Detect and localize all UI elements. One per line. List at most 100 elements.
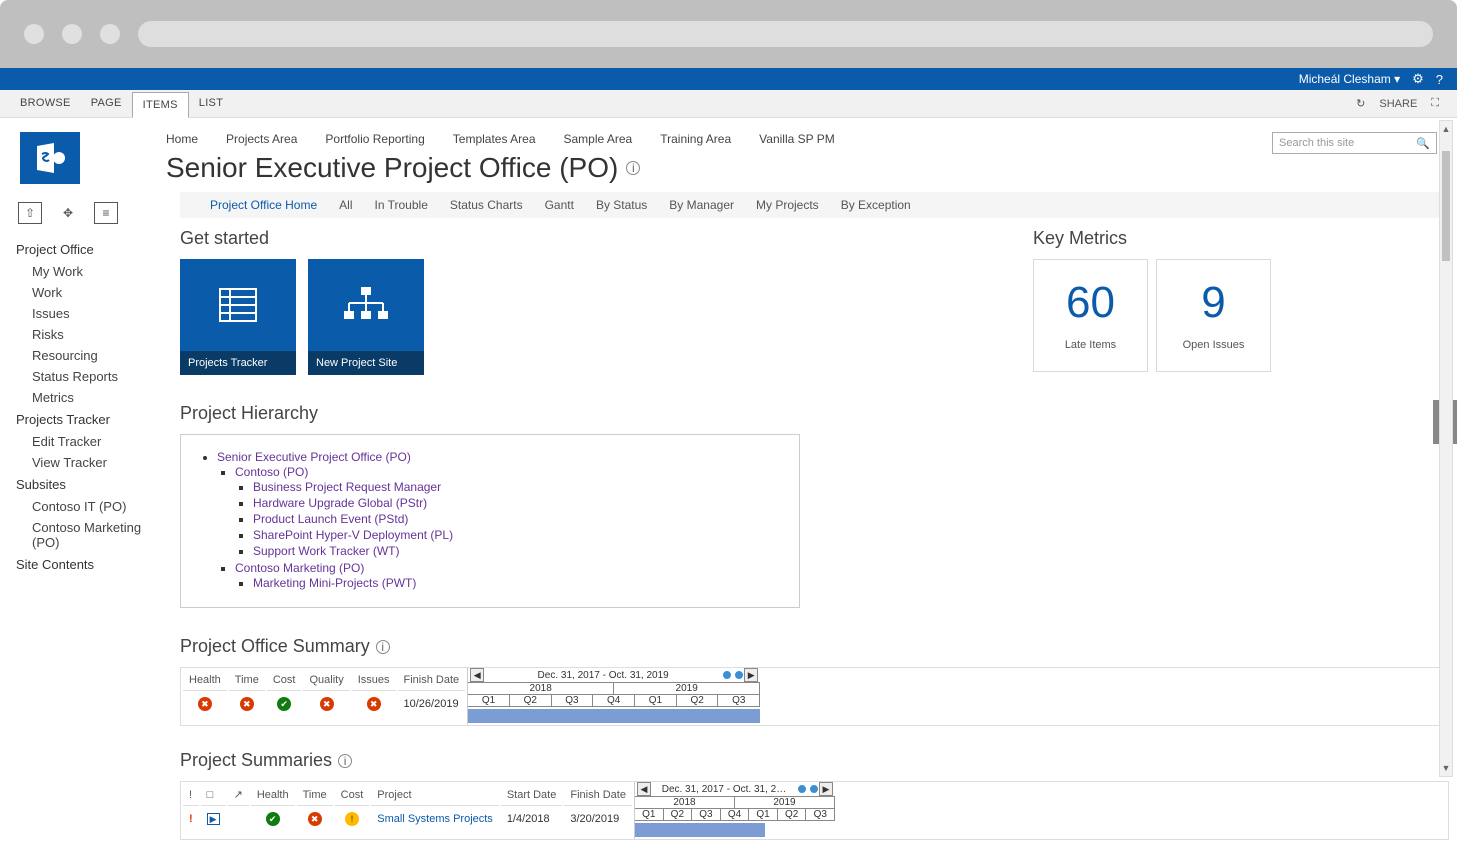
hierarchy-link[interactable]: Business Project Request Manager	[253, 480, 441, 494]
hierarchy-link[interactable]: Hardware Upgrade Global (PStr)	[253, 496, 427, 510]
nav-section[interactable]: Subsites	[16, 473, 166, 496]
upload-icon[interactable]: ⇧	[18, 202, 42, 224]
nav-item[interactable]: Contoso IT (PO)	[16, 496, 166, 517]
ribbon-tab-browse[interactable]: BROWSE	[10, 91, 81, 117]
hierarchy-title: Project Hierarchy	[180, 403, 1449, 424]
nav-item[interactable]: Risks	[16, 324, 166, 345]
hierarchy-link[interactable]: Marketing Mini-Projects (PWT)	[253, 576, 416, 590]
view-bar-item[interactable]: Project Office Home	[210, 198, 317, 212]
share-button[interactable]: SHARE	[1379, 98, 1417, 110]
ribbon-tab-list[interactable]: LIST	[189, 91, 233, 117]
info-icon[interactable]: i	[338, 754, 352, 768]
info-icon[interactable]: i	[376, 640, 390, 654]
ribbon-tab-items[interactable]: ITEMS	[132, 92, 189, 118]
column-header[interactable]: Project	[371, 784, 499, 806]
view-bar-item[interactable]: By Exception	[841, 198, 911, 212]
gantt-bar[interactable]	[635, 823, 765, 837]
view-bar-item[interactable]: By Status	[596, 198, 647, 212]
nav-section[interactable]: Projects Tracker	[16, 408, 166, 431]
nav-item[interactable]: View Tracker	[16, 452, 166, 473]
nav-item[interactable]: Resourcing	[16, 345, 166, 366]
gantt-quarter: Q2	[677, 695, 719, 706]
global-nav-item[interactable]: Home	[166, 132, 198, 146]
nav-item[interactable]: Contoso Marketing (PO)	[16, 517, 166, 553]
nav-item[interactable]: My Work	[16, 261, 166, 282]
view-bar-item[interactable]: Gantt	[545, 198, 574, 212]
ribbon-tab-page[interactable]: PAGE	[81, 91, 132, 117]
project-link[interactable]: Small Systems Projects	[377, 813, 493, 825]
scroll-up-icon[interactable]: ▲	[1440, 121, 1452, 137]
metric-card[interactable]: 60Late Items	[1033, 259, 1148, 372]
hierarchy-link[interactable]: Senior Executive Project Office (PO)	[217, 450, 411, 464]
gear-icon[interactable]: ⚙	[1412, 71, 1424, 87]
scroll-down-icon[interactable]: ▼	[1440, 760, 1452, 776]
info-icon[interactable]: i	[626, 161, 640, 175]
nav-item[interactable]: Status Reports	[16, 366, 166, 387]
nav-item[interactable]: Edit Tracker	[16, 431, 166, 452]
column-header[interactable]: ↗	[228, 784, 249, 806]
column-header[interactable]: !	[183, 784, 199, 806]
global-nav-item[interactable]: Sample Area	[564, 132, 633, 146]
view-bar-item[interactable]: My Projects	[756, 198, 819, 212]
doc-icon[interactable]: ≡	[94, 202, 118, 224]
view-bar-item[interactable]: Status Charts	[450, 198, 523, 212]
column-header[interactable]: Finish Date	[398, 670, 466, 691]
nav-section[interactable]: Site Contents	[16, 553, 166, 576]
sync-icon[interactable]: ↻	[1356, 97, 1365, 110]
hierarchy-link[interactable]: Support Work Tracker (WT)	[253, 544, 399, 558]
search-input[interactable]: Search this site 🔍	[1272, 132, 1437, 154]
browser-url-bar[interactable]	[138, 21, 1433, 47]
tile-new-project-site[interactable]: New Project Site	[308, 259, 424, 375]
gantt-next-icon[interactable]: ▶	[744, 668, 758, 682]
hierarchy-link[interactable]: Product Launch Event (PStd)	[253, 512, 408, 526]
column-header[interactable]: Time	[297, 784, 333, 806]
fullscreen-icon[interactable]: ⛶	[1431, 97, 1439, 110]
org-icon	[308, 259, 424, 351]
scroll-thumb[interactable]	[1442, 151, 1450, 261]
view-bar-item[interactable]: All	[339, 198, 352, 212]
view-bar-item[interactable]: By Manager	[669, 198, 734, 212]
column-header[interactable]: Start Date	[501, 784, 563, 806]
get-started-title: Get started	[180, 228, 993, 249]
vertical-scrollbar[interactable]: ▲ ▼	[1439, 120, 1453, 777]
nav-item[interactable]: Work	[16, 282, 166, 303]
hierarchy-link[interactable]: Contoso Marketing (PO)	[235, 561, 364, 575]
metric-card[interactable]: 9Open Issues	[1156, 259, 1271, 372]
page-title: Senior Executive Project Office (PO) i	[166, 152, 1272, 184]
column-header[interactable]: Health	[183, 670, 227, 691]
gantt-next-icon[interactable]: ▶	[819, 782, 833, 796]
column-header[interactable]: Time	[229, 670, 265, 691]
hierarchy-link[interactable]: Contoso (PO)	[235, 465, 308, 479]
user-menu[interactable]: Micheál Clesham ▾	[1299, 72, 1400, 86]
column-header[interactable]: Finish Date	[564, 784, 632, 806]
column-header[interactable]: Cost	[267, 670, 302, 691]
gantt-prev-icon[interactable]: ◀	[470, 668, 484, 682]
move-icon[interactable]: ✥	[56, 202, 80, 224]
global-nav-item[interactable]: Portfolio Reporting	[325, 132, 424, 146]
view-bar: Project Office Home All In Trouble Status C…	[180, 192, 1449, 218]
column-header[interactable]: Quality	[303, 670, 349, 691]
global-nav-item[interactable]: Training Area	[660, 132, 731, 146]
gantt-bar[interactable]	[468, 709, 760, 723]
nav-item[interactable]: Metrics	[16, 387, 166, 408]
column-header[interactable]: Cost	[335, 784, 370, 806]
play-icon[interactable]: ▶	[207, 813, 220, 825]
global-nav-item[interactable]: Vanilla SP PM	[759, 132, 835, 146]
global-nav-item[interactable]: Projects Area	[226, 132, 297, 146]
nav-item[interactable]: Issues	[16, 303, 166, 324]
gantt-quarter: Q1	[749, 809, 778, 820]
search-icon[interactable]: 🔍	[1416, 137, 1430, 150]
gantt-year: 2018	[468, 683, 614, 694]
gantt-year: 2018	[635, 797, 735, 808]
view-bar-item[interactable]: In Trouble	[375, 198, 428, 212]
gantt-prev-icon[interactable]: ◀	[637, 782, 651, 796]
help-icon[interactable]: ?	[1436, 72, 1443, 87]
column-header[interactable]: Issues	[352, 670, 396, 691]
column-header[interactable]: □	[201, 784, 226, 806]
tile-projects-tracker[interactable]: Projects Tracker	[180, 259, 296, 375]
hierarchy-link[interactable]: SharePoint Hyper-V Deployment (PL)	[253, 528, 453, 542]
nav-section[interactable]: Project Office	[16, 238, 166, 261]
global-nav-item[interactable]: Templates Area	[453, 132, 536, 146]
sharepoint-logo[interactable]	[20, 132, 80, 184]
column-header[interactable]: Health	[251, 784, 295, 806]
